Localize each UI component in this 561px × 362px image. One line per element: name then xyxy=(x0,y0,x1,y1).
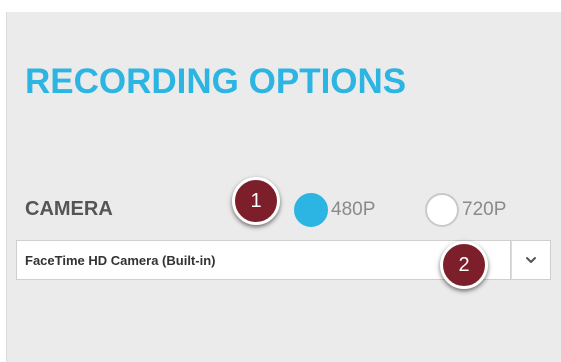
camera-device-select[interactable]: FaceTime HD Camera (Built-in) xyxy=(16,240,511,280)
radio-720p[interactable]: 720P xyxy=(425,193,506,227)
top-strip xyxy=(0,0,561,12)
radio-480p-label: 480P xyxy=(331,199,376,220)
annotation-badge-2: 2 xyxy=(440,241,488,289)
section-title: RECORDING OPTIONS xyxy=(25,62,407,101)
radio-720p-label: 720P xyxy=(462,199,507,220)
radio-480p-indicator[interactable] xyxy=(294,193,328,227)
camera-device-select-toggle[interactable] xyxy=(511,240,551,280)
chevron-down-icon xyxy=(526,257,536,263)
radio-480p[interactable]: 480P xyxy=(294,193,375,227)
annotation-badge-1: 1 xyxy=(232,177,280,225)
camera-label: CAMERA xyxy=(25,198,113,220)
camera-device-select-value: FaceTime HD Camera (Built-in) xyxy=(25,252,216,268)
radio-720p-indicator[interactable] xyxy=(425,193,459,227)
